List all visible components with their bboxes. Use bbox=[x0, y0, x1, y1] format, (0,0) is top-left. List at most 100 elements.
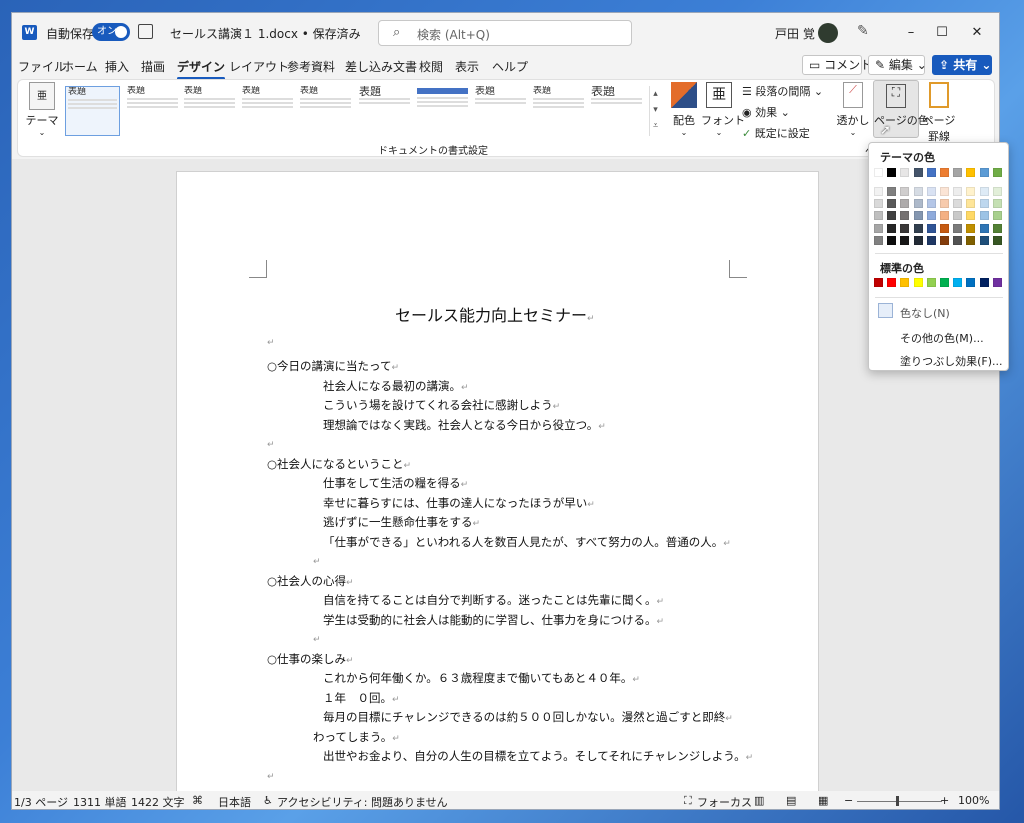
color-swatch[interactable] bbox=[979, 199, 989, 209]
color-swatch[interactable] bbox=[940, 278, 949, 287]
color-swatch[interactable] bbox=[874, 168, 883, 177]
zoom-level[interactable]: 100% bbox=[958, 794, 989, 807]
save-icon[interactable] bbox=[138, 24, 153, 39]
tab-mailings[interactable]: 差し込み文書 bbox=[345, 58, 417, 75]
web-layout-icon[interactable]: ▦ bbox=[818, 794, 828, 807]
word-count[interactable]: 1311 単語 bbox=[73, 794, 127, 809]
language[interactable]: 日本語 bbox=[218, 794, 251, 809]
color-swatch[interactable] bbox=[966, 223, 976, 233]
tab-layout[interactable]: レイアウト bbox=[229, 58, 289, 75]
document-title[interactable]: セールス講演１ 1.docx • 保存済み bbox=[170, 25, 361, 42]
color-swatch[interactable] bbox=[979, 187, 989, 196]
fonts-button[interactable]: 亜 フォント ⌄ bbox=[701, 82, 745, 137]
color-swatch[interactable] bbox=[966, 199, 976, 209]
color-swatch[interactable] bbox=[887, 199, 897, 209]
color-swatch[interactable] bbox=[940, 199, 949, 209]
color-swatch[interactable] bbox=[874, 199, 883, 209]
color-swatch[interactable] bbox=[979, 223, 989, 233]
color-swatch[interactable] bbox=[926, 235, 936, 245]
color-swatch[interactable] bbox=[940, 211, 949, 221]
color-swatch[interactable] bbox=[992, 235, 1002, 245]
theme-button[interactable]: 亜 テーマ ⌄ bbox=[24, 82, 60, 137]
no-color-option[interactable]: 色なし(N) bbox=[900, 305, 950, 321]
zoom-in-icon[interactable]: + bbox=[940, 794, 949, 807]
color-swatch[interactable] bbox=[887, 223, 897, 233]
gallery-item[interactable]: 表題 bbox=[298, 86, 353, 136]
color-swatch[interactable] bbox=[979, 211, 989, 221]
color-swatch[interactable] bbox=[900, 278, 910, 287]
color-swatch[interactable] bbox=[966, 168, 976, 177]
color-swatch[interactable] bbox=[900, 223, 910, 233]
color-swatch[interactable] bbox=[874, 235, 883, 245]
fill-effects-option[interactable]: 塗りつぶし効果(F)... bbox=[900, 353, 1003, 369]
read-mode-icon[interactable]: ▥ bbox=[754, 794, 764, 807]
color-swatch[interactable] bbox=[913, 235, 923, 245]
color-swatch[interactable] bbox=[887, 168, 897, 177]
color-swatch[interactable] bbox=[874, 278, 883, 287]
color-swatch[interactable] bbox=[874, 187, 883, 196]
gallery-item[interactable]: 表題 bbox=[182, 86, 237, 136]
color-swatch[interactable] bbox=[900, 187, 910, 196]
no-color-swatch[interactable] bbox=[878, 303, 893, 318]
color-swatch[interactable] bbox=[979, 235, 989, 245]
more-colors-option[interactable]: その他の色(M)... bbox=[900, 330, 984, 346]
color-swatch[interactable] bbox=[900, 168, 910, 177]
print-layout-icon[interactable]: ▤ bbox=[786, 794, 796, 807]
color-swatch[interactable] bbox=[940, 223, 949, 233]
gallery-item[interactable]: 表題 bbox=[473, 86, 528, 136]
color-swatch[interactable] bbox=[874, 223, 883, 233]
color-swatch[interactable] bbox=[913, 187, 923, 196]
color-swatch[interactable] bbox=[966, 235, 976, 245]
gallery-item[interactable]: 表題 bbox=[415, 86, 470, 136]
color-swatch[interactable] bbox=[992, 168, 1002, 177]
tab-insert[interactable]: 挿入 bbox=[105, 58, 129, 75]
gallery-scroll[interactable]: ▴ ▾ ⩡ bbox=[649, 86, 661, 136]
color-swatch[interactable] bbox=[966, 278, 976, 287]
user-name[interactable]: 戸田 覚 bbox=[775, 25, 815, 42]
gallery-item[interactable]: 表題 bbox=[125, 86, 180, 136]
gallery-item[interactable]: 表題 bbox=[531, 86, 586, 136]
color-swatch[interactable] bbox=[913, 168, 923, 177]
color-swatch[interactable] bbox=[926, 187, 936, 196]
tab-references[interactable]: 参考資料 bbox=[287, 58, 335, 75]
tab-design[interactable]: デザイン bbox=[177, 58, 226, 80]
color-swatch[interactable] bbox=[913, 199, 923, 209]
char-count[interactable]: 1422 文字 bbox=[131, 794, 185, 809]
color-swatch[interactable] bbox=[953, 211, 963, 221]
color-swatch[interactable] bbox=[992, 187, 1002, 196]
focus-button[interactable]: フォーカス bbox=[697, 794, 752, 809]
color-swatch[interactable] bbox=[992, 199, 1002, 209]
color-swatch[interactable] bbox=[913, 278, 923, 287]
color-swatch[interactable] bbox=[953, 235, 963, 245]
color-swatch[interactable] bbox=[926, 168, 936, 177]
color-swatch[interactable] bbox=[887, 187, 897, 196]
color-swatch[interactable] bbox=[992, 211, 1002, 221]
pen-icon[interactable]: ✎ bbox=[857, 23, 869, 39]
page-count[interactable]: 1/3 ページ bbox=[14, 794, 68, 809]
maximize-icon[interactable]: ☐ bbox=[927, 21, 957, 45]
color-swatch[interactable] bbox=[900, 199, 910, 209]
zoom-out-icon[interactable]: − bbox=[844, 794, 853, 807]
page-borders-button[interactable]: ページ 罫線 bbox=[922, 82, 956, 144]
zoom-slider[interactable] bbox=[857, 801, 942, 802]
color-swatch[interactable] bbox=[900, 211, 910, 221]
tab-home[interactable]: ホーム bbox=[62, 58, 98, 75]
gallery-item[interactable]: 表題 bbox=[589, 86, 644, 136]
color-swatch[interactable] bbox=[900, 235, 910, 245]
set-default-button[interactable]: ✓ 既定に設定 bbox=[742, 125, 810, 141]
tab-view[interactable]: 表示 bbox=[455, 58, 479, 75]
color-swatch[interactable] bbox=[992, 278, 1002, 287]
document-page[interactable]: セールス能力向上セミナー↵ ↵ ○今日の講演に当たって↵ 社会人になる最初の講演。… bbox=[176, 171, 819, 809]
color-swatch[interactable] bbox=[887, 235, 897, 245]
color-swatch[interactable] bbox=[887, 278, 897, 287]
minimize-icon[interactable]: – bbox=[896, 21, 926, 45]
color-swatch[interactable] bbox=[953, 199, 963, 209]
effects-button[interactable]: ◉ 効果 ⌄ bbox=[742, 104, 790, 120]
zoom-slider-thumb[interactable] bbox=[896, 796, 899, 806]
share-button[interactable]: ⇪ 共有 ⌄ bbox=[932, 55, 992, 75]
color-swatch[interactable] bbox=[940, 235, 949, 245]
edit-button[interactable]: ✎ 編集 ⌄ bbox=[868, 55, 927, 75]
paragraph-spacing-button[interactable]: ☰ 段落の間隔 ⌄ bbox=[742, 83, 823, 99]
search-box[interactable]: ⌕ 検索 (Alt+Q) bbox=[378, 20, 632, 46]
color-swatch[interactable] bbox=[926, 223, 936, 233]
